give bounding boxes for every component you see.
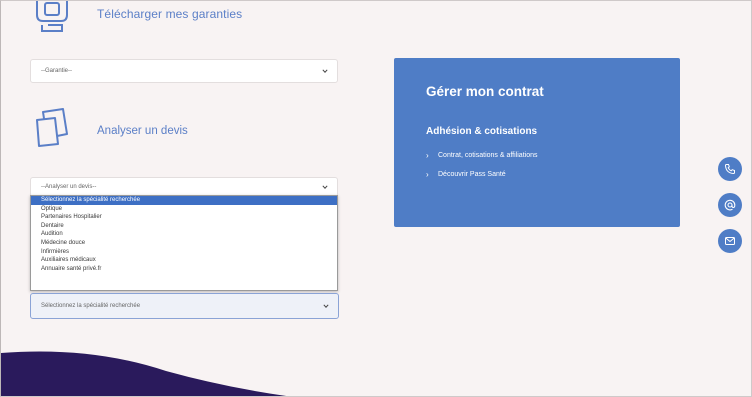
devis-select[interactable]: --Analyser un devis-- (30, 177, 338, 197)
phone-button[interactable] (718, 157, 742, 181)
garantie-select-value: --Garantie-- (41, 68, 73, 74)
dropdown-option[interactable]: Optique (31, 205, 337, 214)
download-garanties-link[interactable]: Télécharger mes garanties (97, 7, 242, 21)
decorative-wave (1, 351, 287, 396)
download-document-icon[interactable] (33, 1, 71, 33)
specialite-dropdown-list: Sélectionnez la spécialité recherchée Op… (30, 195, 338, 291)
card-title: Gérer mon contrat (426, 84, 544, 99)
chevron-down-icon (322, 185, 328, 189)
link-label: Découvrir Pass Santé (438, 171, 506, 178)
mail-icon (725, 237, 735, 245)
chevron-down-icon (323, 304, 329, 308)
devis-select-value: --Analyser un devis-- (41, 184, 97, 190)
specialite-select[interactable]: Sélectionnez la spécialité recherchée (30, 293, 339, 319)
dropdown-option[interactable]: Dentaire (31, 222, 337, 231)
mail-button[interactable] (718, 229, 742, 253)
at-icon (724, 199, 736, 211)
analyser-devis-label: Analyser un devis (97, 125, 188, 137)
garantie-select[interactable]: --Garantie-- (30, 59, 338, 83)
dropdown-option[interactable]: Partenaires Hospitalier (31, 213, 337, 222)
page-frame: Télécharger mes garanties --Garantie-- A… (0, 0, 752, 397)
dropdown-option[interactable]: Médecine douce (31, 239, 337, 248)
dropdown-option[interactable]: Annuaire santé privé.fr (31, 265, 337, 274)
gerer-contrat-card: Gérer mon contrat Adhésion & cotisations… (394, 58, 680, 227)
chevron-right-icon: › (426, 170, 429, 179)
dropdown-option[interactable]: Infirmières (31, 248, 337, 257)
phone-icon (724, 164, 735, 175)
link-label: Contrat, cotisations & affiliations (438, 152, 538, 159)
email-at-button[interactable] (718, 193, 742, 217)
pass-sante-link[interactable]: › Découvrir Pass Santé (426, 170, 506, 179)
documents-icon (36, 108, 68, 147)
contrat-cotisations-link[interactable]: › Contrat, cotisations & affiliations (426, 151, 537, 160)
chevron-right-icon: › (426, 151, 429, 160)
dropdown-option[interactable]: Sélectionnez la spécialité recherchée (31, 196, 337, 205)
dropdown-option[interactable]: Audition (31, 230, 337, 239)
card-subtitle: Adhésion & cotisations (426, 126, 538, 137)
dropdown-option[interactable]: Auxiliaires médicaux (31, 256, 337, 265)
specialite-select-value: Sélectionnez la spécialité recherchée (41, 303, 141, 309)
chevron-down-icon (322, 69, 328, 73)
